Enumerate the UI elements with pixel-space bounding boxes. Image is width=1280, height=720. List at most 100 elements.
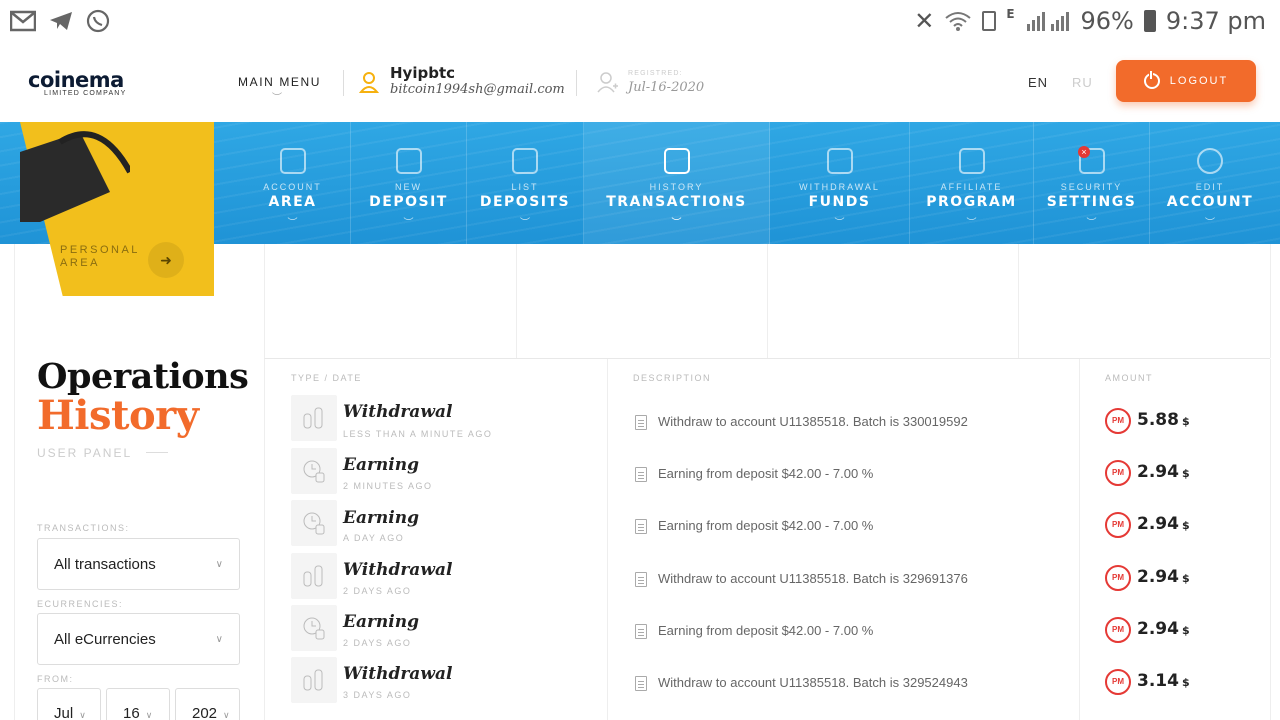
logo[interactable]: coinema LIMITED COMPANY	[28, 68, 148, 97]
network-type: E	[1006, 7, 1015, 21]
nav-history-transactions[interactable]: HISTORY TRANSACTIONS ︶	[584, 122, 770, 244]
main-menu-button[interactable]: MAIN MENU ︶	[238, 75, 322, 104]
page-title: Operations	[37, 356, 249, 397]
language-ru[interactable]: RU	[1072, 75, 1093, 90]
whatsapp-icon	[86, 9, 110, 33]
personal-area-label: PERSONAL AREA	[60, 244, 140, 269]
transactions-filter-select[interactable]: All transactions ∨	[37, 538, 240, 590]
nav-affiliate-program[interactable]: AFFILIATE PROGRAM ︶	[910, 122, 1034, 244]
chevron-down-icon: ︶	[671, 218, 682, 229]
chevron-down-icon: ︶	[403, 218, 414, 229]
document-icon	[635, 572, 647, 587]
from-year-select[interactable]: 202 ∨	[175, 688, 240, 720]
document-icon	[635, 624, 647, 639]
chevron-down-icon: ︶	[520, 218, 530, 229]
coins-stack-icon	[291, 395, 337, 441]
logo-text: coinema	[28, 68, 124, 92]
users-icon	[958, 148, 985, 174]
chevron-down-icon: ∨	[145, 710, 153, 720]
signal-icon	[1026, 12, 1069, 31]
add-user-icon	[597, 72, 618, 93]
divider	[343, 70, 344, 96]
chevron-down-icon: ∨	[79, 710, 86, 720]
nav-security-settings[interactable]: × SECURITY SETTINGS ︶	[1034, 122, 1150, 244]
nav-list-deposits[interactable]: LIST DEPOSITS ︶	[467, 122, 584, 244]
document-icon	[635, 415, 647, 430]
telegram-icon	[50, 12, 72, 30]
logout-button[interactable]: LOGOUT	[1116, 60, 1256, 102]
chevron-down-icon: ∨	[223, 710, 230, 720]
page-title-accent: History	[37, 392, 199, 439]
nav-new-deposit[interactable]: NEW DEPOSIT ︶	[351, 122, 467, 244]
coins-icon	[826, 148, 853, 174]
divider	[146, 452, 168, 453]
nav-withdrawal-funds[interactable]: WITHDRAWAL FUNDS ︶	[770, 122, 910, 244]
ecurrencies-filter-label: ECURRENCIES:	[37, 599, 124, 609]
chevron-down-icon: ︶	[966, 218, 977, 229]
ecurrencies-filter-select[interactable]: All eCurrencies ∨	[37, 613, 240, 665]
chevron-down-icon: ︶	[834, 218, 845, 229]
perfect-money-icon: PM	[1105, 460, 1131, 486]
registered-label: REGISTRED:	[628, 70, 683, 77]
clock-coins-icon	[291, 605, 337, 651]
arrow-right-icon[interactable]: ➜	[148, 242, 184, 278]
power-icon	[1143, 71, 1160, 89]
chevron-down-icon: ︶	[272, 93, 284, 104]
gmail-icon	[10, 10, 36, 32]
page-subtitle: USER PANEL	[37, 446, 133, 460]
chevron-down-icon: ∨	[215, 558, 223, 570]
nav-edit-account[interactable]: EDIT ACCOUNT ︶	[1150, 122, 1270, 244]
column-header-description: DESCRIPTION	[633, 373, 712, 383]
coins-stack-icon	[291, 553, 337, 599]
clock-coins-icon	[291, 448, 337, 494]
id-card-icon	[279, 148, 306, 174]
document-icon	[635, 519, 647, 534]
perfect-money-icon: PM	[1105, 512, 1131, 538]
operations-table: TYPE / DATE DESCRIPTION AMOUNT Withdrawa…	[264, 358, 1271, 720]
from-day-select[interactable]: 16 ∨	[106, 688, 170, 720]
status-bar: ✕ E 96% 9:37 pm	[0, 0, 1280, 42]
column-header-amount: AMOUNT	[1105, 373, 1153, 383]
calendar-icon	[663, 148, 690, 174]
battery-percent: 96%	[1080, 7, 1134, 35]
clock-coins-icon	[291, 500, 337, 546]
from-month-select[interactable]: Jul ∨	[37, 688, 101, 720]
chevron-down-icon: ︶	[1205, 218, 1215, 229]
chevron-down-icon: ︶	[1086, 218, 1097, 229]
language-en[interactable]: EN	[1028, 75, 1048, 90]
from-date-label: FROM:	[37, 674, 74, 684]
coins-stack-icon	[291, 657, 337, 703]
column-header-type: TYPE / DATE	[291, 373, 362, 383]
user-email: bitcoin1994sh@gmail.com	[390, 82, 565, 97]
alert-badge: ×	[1078, 146, 1090, 158]
main-menu-label: MAIN MENU	[238, 75, 322, 89]
registered-date: Jul-16-2020	[628, 80, 705, 95]
safe-icon	[512, 148, 538, 174]
nav-account-area[interactable]: ACCOUNT AREA ︶	[235, 122, 351, 244]
handbag-image	[20, 131, 130, 222]
divider	[576, 70, 577, 96]
transactions-filter-label: TRANSACTIONS:	[37, 523, 130, 533]
chevron-down-icon: ︶	[287, 218, 298, 229]
perfect-money-icon: PM	[1105, 669, 1131, 695]
logo-subtitle: LIMITED COMPANY	[44, 90, 127, 97]
wifi-icon	[945, 12, 971, 31]
site-header: coinema LIMITED COMPANY MAIN MENU ︶ Hyip…	[0, 42, 1280, 122]
user-name: Hyipbtc	[390, 64, 456, 82]
battery-icon	[1143, 10, 1156, 32]
document-icon	[635, 676, 647, 691]
clock: 9:37 pm	[1165, 7, 1266, 35]
chevron-down-icon: ∨	[215, 633, 223, 645]
perfect-money-icon: PM	[1105, 565, 1131, 591]
mute-icon: ✕	[914, 7, 935, 35]
logout-label: LOGOUT	[1169, 75, 1229, 87]
divider	[14, 244, 15, 720]
summary-grid	[264, 244, 1271, 358]
document-icon	[635, 467, 647, 482]
perfect-money-icon: PM	[1105, 617, 1131, 643]
gear-icon	[1197, 148, 1223, 174]
sim-icon	[982, 11, 997, 31]
perfect-money-icon: PM	[1105, 408, 1131, 434]
wallet-icon	[395, 148, 422, 174]
user-icon	[358, 72, 380, 93]
